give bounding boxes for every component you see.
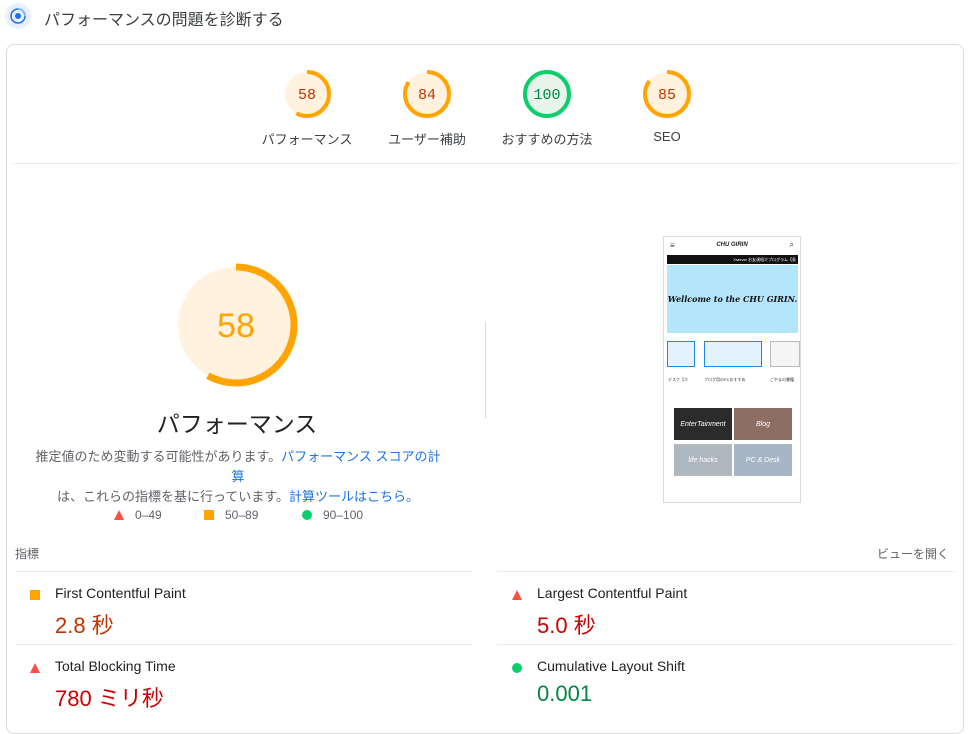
gauge-accessibility[interactable]: 84 ユーザー補助 (367, 69, 487, 148)
search-icon: ⌕ (789, 240, 794, 249)
gauge-score: 100 (533, 87, 560, 104)
legend-range: 50–89 (225, 508, 259, 522)
gauge-ring: 85 (643, 70, 691, 118)
screenshot-card (667, 341, 695, 367)
metric-lcp: Largest Contentful Paint 5.0 秒 (497, 571, 955, 643)
gauge-label: パフォーマンス (261, 132, 353, 147)
screenshot-hero: Wellcome to the CHU GIRIN. (667, 265, 798, 333)
legend-pass: 90–100 (301, 508, 363, 522)
gauge-ring: 84 (403, 70, 451, 118)
screenshot-topbar: ≡ CHU GIRIN ⌕ (664, 237, 800, 255)
metric-value: 780 ミリ秒 (55, 686, 164, 711)
screenshot-card (704, 341, 762, 367)
section-divider (13, 163, 957, 164)
main-gauge-label: パフォーマンス (156, 411, 318, 437)
metric-cls: Cumulative Layout Shift 0.001 (497, 644, 955, 716)
square-icon (30, 590, 40, 600)
lighthouse-icon (5, 3, 31, 29)
gauge-performance[interactable]: 58 パフォーマンス (247, 69, 367, 148)
metrics-title: 指標 (15, 547, 40, 561)
site-title: CHU GIRIN (716, 242, 748, 248)
gauge-ring: 58 (283, 70, 331, 118)
calculator-link[interactable]: 計算ツールはこちら。 (289, 489, 419, 504)
metrics-header: 指標 ビューを開く (15, 545, 949, 565)
main-gauge-ring: 58 (174, 263, 298, 387)
screenshot-card (770, 341, 800, 367)
gauge-score: 58 (298, 87, 316, 104)
estimate-note: 推定値のため変動する可能性があります。パフォーマンス スコアの計算 は、これらの… (33, 447, 443, 507)
page-screenshot[interactable]: ≡ CHU GIRIN ⌕ Xserver お友達紹介プログラム【条 Wellc… (663, 236, 801, 503)
metric-fcp: First Contentful Paint 2.8 秒 (15, 571, 473, 643)
card-caption: ブログ用のPCおすすめ (704, 377, 746, 382)
metric-name: Largest Contentful Paint (537, 585, 688, 601)
report-card: 58 パフォーマンス 84 ユーザー補助 100 おすすめの方法 85 SEO … (6, 44, 964, 734)
note-text-1: 推定値のため変動する可能性があります。 (35, 449, 282, 464)
expand-view-button[interactable]: ビューを開く (877, 545, 949, 562)
legend-fail: 0–49 (113, 508, 162, 522)
main-gauge-score: 58 (217, 307, 255, 345)
legend-average: 50–89 (203, 508, 258, 522)
category-gauges: 58 パフォーマンス 84 ユーザー補助 100 おすすめの方法 85 SEO (247, 69, 727, 159)
tile-life-hacks: life hacks (674, 444, 732, 476)
gauge-ring: 100 (523, 70, 571, 118)
metric-name: Cumulative Layout Shift (537, 658, 685, 674)
screenshot-ticker: Xserver お友達紹介プログラム【条 (667, 255, 798, 264)
card-caption: ごやまの書籍 (770, 377, 794, 382)
triangle-icon (512, 590, 522, 600)
triangle-icon (30, 663, 40, 673)
metric-tbt: Total Blocking Time 780 ミリ秒 (15, 644, 473, 716)
tile-pc-desk: PC & Desk (734, 444, 792, 476)
metric-value: 5.0 秒 (537, 613, 596, 638)
legend-range: 0–49 (135, 508, 162, 522)
tile-entertainment: EnterTainment (674, 408, 732, 440)
gauge-seo[interactable]: 85 SEO (607, 69, 727, 144)
circle-icon (512, 663, 522, 673)
metric-name: Total Blocking Time (55, 658, 176, 674)
square-icon (204, 510, 214, 520)
triangle-icon (114, 510, 124, 520)
gauge-best-practices[interactable]: 100 おすすめの方法 (487, 69, 607, 148)
metric-name: First Contentful Paint (55, 585, 186, 601)
main-performance-gauge: 58 (171, 260, 301, 390)
legend-range: 90–100 (323, 508, 364, 522)
tile-blog: Blog (734, 408, 792, 440)
metric-value: 2.8 秒 (55, 613, 114, 638)
gauge-label: おすすめの方法 (501, 132, 593, 147)
gauge-label: ユーザー補助 (388, 132, 466, 147)
score-legend: 0–49 50–89 90–100 (113, 508, 413, 528)
circle-icon (302, 510, 312, 520)
gauge-score: 85 (658, 87, 676, 104)
gauge-score: 84 (418, 87, 436, 104)
hero-text: Wellcome to the CHU GIRIN. (667, 294, 798, 304)
note-text-2: は、これらの指標を基に行っています。 (56, 489, 290, 504)
vertical-separator (485, 322, 486, 418)
gauge-label: SEO (653, 129, 681, 144)
card-caption: デスク【ホ (668, 377, 688, 382)
page-header: パフォーマンスの問題を診断する (0, 0, 972, 34)
metric-value: 0.001 (537, 681, 593, 706)
page-title: パフォーマンスの問題を診断する (44, 12, 284, 29)
